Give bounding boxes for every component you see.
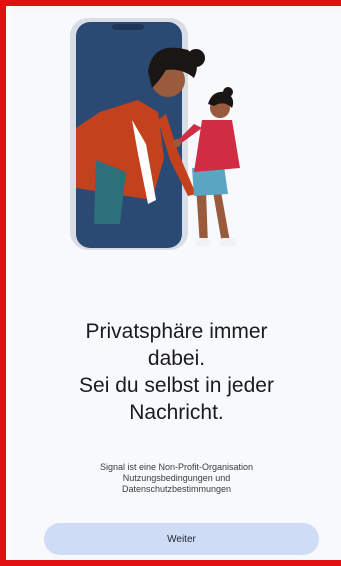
headline-line-3: Sei du selbst in jeder [79,374,274,397]
headline-line-2: dabei. [147,347,206,370]
illustration [70,18,240,250]
child-hair-curl [223,87,233,97]
headline-line-1: Privatsphäre immer [85,320,268,343]
headline-line-4: Nachricht. [129,401,224,424]
terms-line-org: Signal ist eine Non-Profit-Organisation [99,462,254,472]
headline: Privatsphäre immer dabei. Sei du selbst … [44,318,309,426]
phone-notch [112,24,144,30]
terms-link-privacy[interactable]: Datenschutzbestimmungen [44,484,309,495]
adult-bun [187,49,205,67]
terms-text: Signal ist eine Non-Profit-Organisation … [44,462,309,495]
terms-link-tos[interactable]: Nutzungsbedingungen und [44,473,309,484]
child-shoe-right [220,238,236,246]
child-shoe-left [196,238,210,246]
child-hand [173,139,181,147]
continue-button[interactable]: Weiter [44,523,319,555]
